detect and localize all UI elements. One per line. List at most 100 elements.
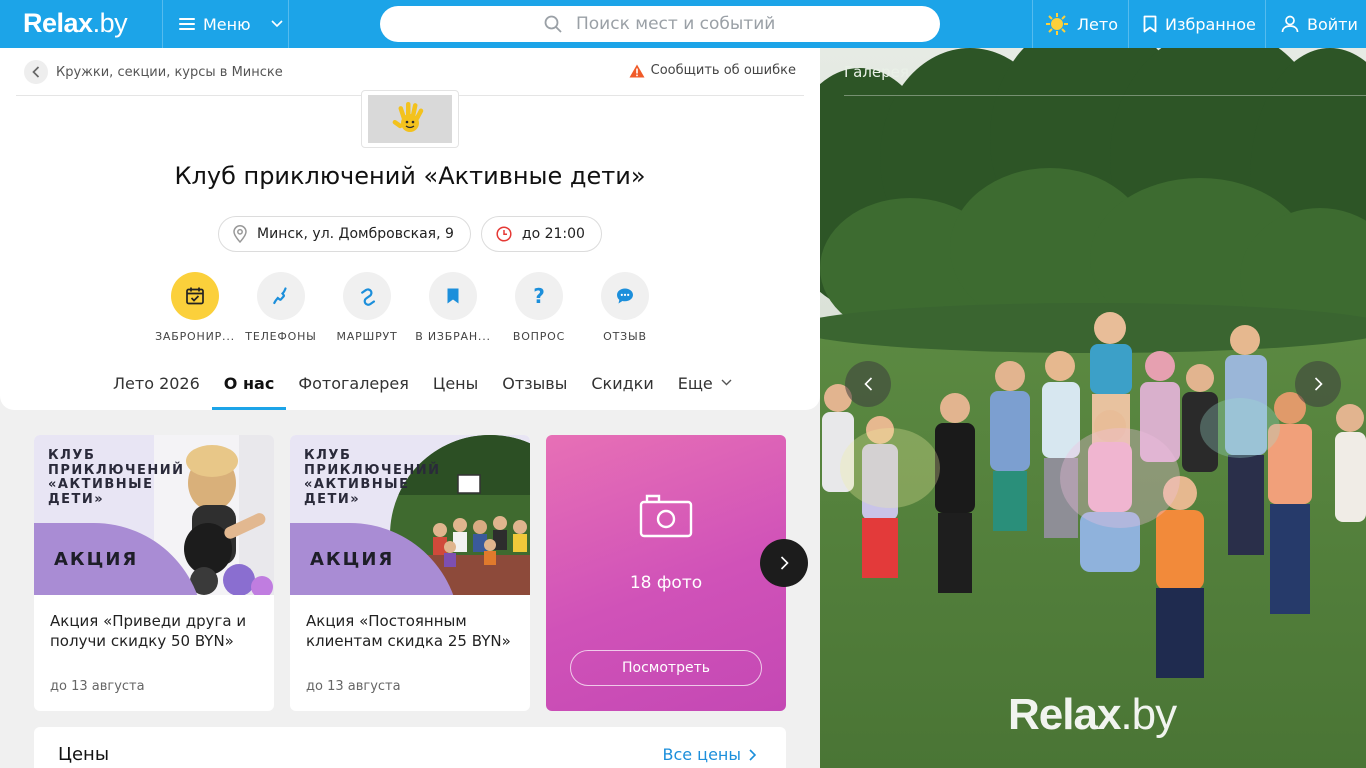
promo-image: КЛУБ ПРИКЛЮЧЕНИЙ «АКТИВНЫЕ ДЕТИ» АКЦИЯ bbox=[290, 435, 530, 595]
page-title: Клуб приключений «Активные дети» bbox=[174, 162, 646, 190]
promo-badge: АКЦИЯ bbox=[310, 549, 395, 570]
section-tabs: Лето 2026 О нас Фотогалерея Цены Отзывы … bbox=[101, 364, 744, 410]
report-error-link[interactable]: Сообщить об ошибке bbox=[629, 63, 796, 78]
tab-photo-gallery[interactable]: Фотогалерея bbox=[286, 364, 421, 410]
address-pill[interactable]: Минск, ул. Домбровская, 9 bbox=[218, 216, 471, 252]
hamburger-icon bbox=[179, 18, 195, 30]
photos-count: 18 фото bbox=[629, 573, 703, 593]
divider bbox=[1265, 0, 1266, 48]
sun-icon bbox=[1046, 13, 1068, 35]
hours-pill[interactable]: до 21:00 bbox=[480, 216, 602, 252]
chevron-down-icon bbox=[721, 379, 732, 386]
chevron-right-icon bbox=[780, 556, 789, 570]
carousel-next-button[interactable] bbox=[760, 539, 808, 587]
watermark-domain: .by bbox=[1120, 690, 1177, 739]
bookmark-icon bbox=[429, 272, 477, 320]
promo-date: до 13 августа bbox=[50, 679, 145, 694]
favorites-label: Избранное bbox=[1165, 14, 1256, 34]
promo-badge: АКЦИЯ bbox=[54, 549, 139, 570]
search-bar[interactable] bbox=[380, 6, 940, 42]
warning-icon bbox=[629, 64, 645, 77]
add-favorite-button[interactable]: В ИЗБРАН... bbox=[410, 272, 496, 343]
top-bar: Relax.by Меню Лето Избранное Войти bbox=[0, 0, 1366, 48]
chevron-left-icon bbox=[863, 377, 872, 391]
phone-icon bbox=[257, 272, 305, 320]
login-label: Войти bbox=[1307, 14, 1358, 34]
chat-icon bbox=[601, 272, 649, 320]
menu-label: Меню bbox=[203, 14, 251, 34]
divider bbox=[1032, 0, 1033, 48]
address-text: Минск, ул. Домбровская, 9 bbox=[257, 226, 454, 242]
action-label: В ИЗБРАН... bbox=[415, 330, 491, 343]
location-pin-icon bbox=[233, 225, 247, 243]
season-button[interactable]: Лето bbox=[1045, 0, 1118, 48]
action-label: ОТЗЫВ bbox=[603, 330, 647, 343]
logo-domain: .by bbox=[92, 8, 128, 38]
review-button[interactable]: ОТЗЫВ bbox=[582, 272, 668, 343]
gallery-next-button[interactable] bbox=[1295, 361, 1341, 407]
tab-summer-2026[interactable]: Лето 2026 bbox=[101, 364, 212, 410]
promo-image: КЛУБ ПРИКЛЮЧЕНИЙ «АКТИВНЫЕ ДЕТИ» АКЦИЯ bbox=[34, 435, 274, 595]
tab-about[interactable]: О нас bbox=[211, 364, 287, 410]
login-button[interactable]: Войти bbox=[1281, 0, 1358, 48]
action-label: ВОПРОС bbox=[512, 330, 566, 343]
photos-card[interactable]: 18 фото Посмотреть bbox=[546, 435, 786, 711]
promo-title[interactable]: Акция «Постоянным клиентам скидка 25 BYN… bbox=[290, 595, 530, 651]
action-bar: ЗАБРОНИР... ТЕЛЕФОНЫ МАРШРУТ В ИЗБРАН...… bbox=[152, 272, 668, 343]
user-icon bbox=[1281, 15, 1299, 33]
route-button[interactable]: МАРШРУТ bbox=[324, 272, 410, 343]
bookmark-icon bbox=[1143, 15, 1157, 33]
relax-logo[interactable]: Relax.by bbox=[23, 8, 128, 39]
action-label: ЗАБРОНИР... bbox=[155, 330, 235, 343]
tab-reviews[interactable]: Отзывы bbox=[490, 364, 579, 410]
clock-icon bbox=[496, 226, 512, 242]
info-pills: Минск, ул. Домбровская, 9 до 21:00 bbox=[0, 216, 820, 252]
chevron-right-icon bbox=[749, 748, 756, 761]
breadcrumb[interactable]: Кружки, секции, курсы в Минске bbox=[24, 60, 283, 84]
chevron-down-icon bbox=[271, 20, 283, 28]
promo-date: до 13 августа bbox=[306, 679, 401, 694]
gallery-photo[interactable] bbox=[820, 48, 1366, 768]
watermark-text: Relax bbox=[1008, 690, 1121, 739]
promo-card[interactable]: КЛУБ ПРИКЛЮЧЕНИЙ «АКТИВНЫЕ ДЕТИ» АКЦИЯ А… bbox=[34, 435, 274, 711]
tab-more[interactable]: Еще bbox=[666, 364, 744, 410]
promo-image-heading: КЛУБ ПРИКЛЮЧЕНИЙ «АКТИВНЫЕ ДЕТИ» bbox=[304, 448, 441, 507]
gallery-watermark: Relax.by bbox=[1008, 690, 1177, 740]
hand-logo-icon bbox=[392, 102, 424, 132]
promo-card[interactable]: КЛУБ ПРИКЛЮЧЕНИЙ «АКТИВНЫЕ ДЕТИ» АКЦИЯ А… bbox=[290, 435, 530, 711]
gallery-prev-button[interactable] bbox=[845, 361, 891, 407]
tab-more-label: Еще bbox=[677, 374, 713, 393]
report-error-label: Сообщить об ошибке bbox=[650, 63, 796, 78]
calendar-check-icon bbox=[171, 272, 219, 320]
breadcrumb-label[interactable]: Кружки, секции, курсы в Минске bbox=[56, 65, 283, 80]
tab-prices[interactable]: Цены bbox=[421, 364, 490, 410]
view-photos-button[interactable]: Посмотреть bbox=[570, 650, 762, 686]
hours-text: до 21:00 bbox=[521, 226, 585, 242]
search-icon bbox=[544, 15, 562, 33]
action-label: ТЕЛЕФОНЫ bbox=[245, 330, 317, 343]
club-logo bbox=[361, 90, 459, 148]
route-icon bbox=[343, 272, 391, 320]
phones-button[interactable]: ТЕЛЕФОНЫ bbox=[238, 272, 324, 343]
place-info-card: Кружки, секции, курсы в Минске Сообщить … bbox=[0, 48, 820, 410]
gallery-title: Галерея bbox=[844, 63, 909, 81]
divider bbox=[844, 95, 1366, 96]
prices-title: Цены bbox=[58, 744, 110, 765]
all-prices-link[interactable]: Все цены bbox=[662, 745, 756, 764]
camera-icon bbox=[639, 494, 693, 538]
promo-image-heading: КЛУБ ПРИКЛЮЧЕНИЙ «АКТИВНЫЕ ДЕТИ» bbox=[48, 448, 185, 507]
menu-button[interactable]: Меню bbox=[163, 0, 288, 48]
action-label: МАРШРУТ bbox=[336, 330, 398, 343]
promo-title[interactable]: Акция «Приведи друга и получи скидку 50 … bbox=[34, 595, 274, 651]
book-button[interactable]: ЗАБРОНИР... bbox=[152, 272, 238, 343]
search-input[interactable] bbox=[576, 14, 776, 34]
gallery-panel: Галерея Relax.by bbox=[820, 48, 1366, 768]
question-button[interactable]: ? ВОПРОС bbox=[496, 272, 582, 343]
chevron-right-icon bbox=[1314, 377, 1323, 391]
favorites-button[interactable]: Избранное bbox=[1143, 0, 1256, 48]
back-arrow-icon[interactable] bbox=[24, 60, 48, 84]
prices-section: Цены Все цены bbox=[34, 727, 786, 768]
divider bbox=[1128, 0, 1129, 48]
tab-discounts[interactable]: Скидки bbox=[579, 364, 665, 410]
question-icon: ? bbox=[515, 272, 563, 320]
